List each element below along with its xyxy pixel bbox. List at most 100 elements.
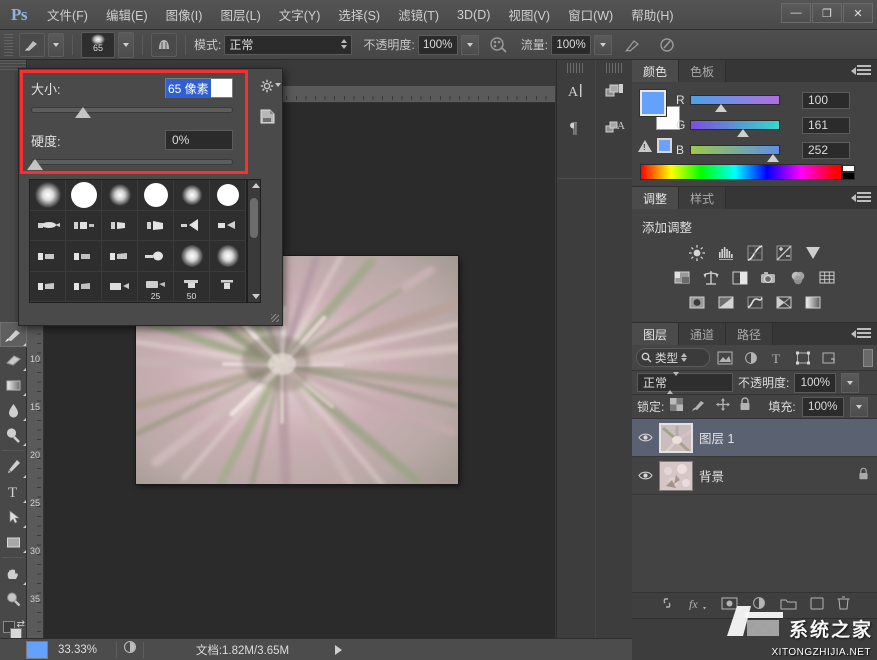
threshold-icon[interactable] bbox=[745, 294, 765, 312]
channel-g-value[interactable]: 161 bbox=[802, 117, 850, 134]
tab-swatches[interactable]: 色板 bbox=[679, 60, 726, 82]
selective-color-icon[interactable] bbox=[774, 294, 794, 312]
menu-edit[interactable]: 编辑(E) bbox=[97, 1, 157, 28]
add-layer-mask-icon[interactable] bbox=[721, 597, 738, 615]
layer-row-1[interactable]: 图层 1 bbox=[632, 419, 877, 457]
flow-input[interactable]: 100% bbox=[551, 35, 591, 55]
gradient-map-icon[interactable] bbox=[803, 294, 823, 312]
tool-gradient[interactable] bbox=[0, 372, 27, 397]
tool-eraser[interactable] bbox=[0, 347, 27, 372]
tool-zoom[interactable] bbox=[0, 586, 27, 611]
brush-preset-cell[interactable] bbox=[138, 180, 174, 211]
tab-styles[interactable]: 样式 bbox=[679, 187, 726, 209]
options-bar-grip[interactable] bbox=[4, 34, 13, 56]
brush-size-input[interactable]: 65 像素 bbox=[165, 78, 233, 98]
color-balance-icon[interactable] bbox=[701, 269, 721, 287]
brush-tool-preset-icon[interactable] bbox=[19, 33, 45, 57]
brush-preset-dropdown-1[interactable] bbox=[48, 33, 64, 57]
photo-filter-icon[interactable] bbox=[759, 269, 779, 287]
opacity-input[interactable]: 100% bbox=[418, 35, 458, 55]
out-of-gamut-warning-icon[interactable] bbox=[638, 140, 652, 152]
fx-icon[interactable]: fx bbox=[688, 596, 708, 615]
tab-layers[interactable]: 图层 bbox=[632, 323, 679, 345]
tool-rectangle[interactable] bbox=[0, 529, 27, 554]
layer-name-1[interactable]: 图层 1 bbox=[699, 428, 872, 447]
white-swatch[interactable] bbox=[842, 165, 855, 172]
lock-position-icon[interactable] bbox=[716, 398, 730, 416]
channel-b-knob[interactable] bbox=[767, 154, 779, 162]
menu-file[interactable]: 文件(F) bbox=[38, 1, 97, 28]
brush-preset-cell[interactable] bbox=[30, 272, 66, 303]
new-brush-preset-icon[interactable] bbox=[260, 109, 274, 123]
brush-preset-cell[interactable] bbox=[102, 211, 138, 242]
character-styles-panel-icon[interactable]: A bbox=[596, 109, 634, 145]
tool-type[interactable]: T bbox=[0, 479, 27, 504]
opacity-dropdown[interactable] bbox=[461, 35, 479, 55]
airbrush-icon[interactable] bbox=[619, 33, 645, 57]
menu-3d[interactable]: 3D(D) bbox=[448, 4, 499, 26]
layer-row-2[interactable]: 背景 bbox=[632, 457, 877, 495]
brush-size-slider-track[interactable] bbox=[31, 107, 233, 113]
levels-icon[interactable] bbox=[716, 244, 736, 262]
menu-view[interactable]: 视图(V) bbox=[499, 1, 559, 28]
channel-mixer-icon[interactable] bbox=[788, 269, 808, 287]
color-spectrum-ramp[interactable] bbox=[640, 164, 842, 180]
minimize-button[interactable]: — bbox=[781, 3, 811, 23]
layer-fill-dropdown[interactable] bbox=[850, 397, 868, 417]
tab-paths[interactable]: 路径 bbox=[726, 323, 773, 345]
brush-preset-cell[interactable] bbox=[102, 180, 138, 211]
curves-icon[interactable] bbox=[745, 244, 765, 262]
filter-toggle-switch[interactable] bbox=[863, 349, 873, 367]
brush-preset-cell[interactable] bbox=[66, 272, 102, 303]
brush-preset-cell[interactable] bbox=[30, 180, 66, 211]
layer-fill-input[interactable]: 100% bbox=[802, 397, 844, 417]
brush-preset-cell[interactable] bbox=[102, 241, 138, 272]
layer-thumbnail-1[interactable] bbox=[659, 423, 693, 453]
menu-type[interactable]: 文字(Y) bbox=[270, 1, 330, 28]
black-swatch[interactable] bbox=[842, 172, 855, 180]
color-panel-menu-icon[interactable] bbox=[857, 65, 871, 77]
document-size-info[interactable]: 文档:1.82M/3.65M bbox=[196, 642, 289, 658]
filter-smart-objects-icon[interactable] bbox=[818, 348, 840, 368]
brush-preset-cell[interactable] bbox=[66, 180, 102, 211]
invert-icon[interactable] bbox=[687, 294, 707, 312]
layer-name-2[interactable]: 背景 bbox=[699, 466, 852, 485]
zoom-level[interactable]: 33.33% bbox=[48, 644, 110, 656]
menu-image[interactable]: 图像(I) bbox=[157, 1, 212, 28]
tool-path-selection[interactable] bbox=[0, 504, 27, 529]
vibrance-icon[interactable] bbox=[803, 244, 823, 262]
brush-preset-picker-popup[interactable]: 大小: 65 像素 硬度: 0% bbox=[18, 68, 283, 326]
new-group-icon[interactable] bbox=[780, 597, 797, 615]
blend-mode-select[interactable]: 正常 bbox=[224, 35, 352, 55]
exposure-icon[interactable] bbox=[774, 244, 794, 262]
brush-preset-cell[interactable] bbox=[174, 180, 210, 211]
brush-preset-dropdown-2[interactable] bbox=[118, 32, 134, 58]
brush-preset-cell[interactable] bbox=[138, 241, 174, 272]
layer-filter-type-select[interactable]: 类型 bbox=[636, 348, 710, 367]
brush-hardness-input[interactable]: 0% bbox=[165, 130, 233, 150]
channel-b-slider[interactable] bbox=[690, 145, 780, 155]
brightness-contrast-icon[interactable] bbox=[687, 244, 707, 262]
brush-preset-cell[interactable] bbox=[30, 241, 66, 272]
brush-preset-cell[interactable] bbox=[66, 211, 102, 242]
brush-preset-cell[interactable] bbox=[138, 211, 174, 242]
brush-preset-cell[interactable]: 25 bbox=[138, 272, 174, 303]
layer-visibility-icon-2[interactable] bbox=[637, 468, 653, 484]
layer-comps-panel-icon[interactable] bbox=[596, 73, 634, 109]
web-safe-color-icon[interactable] bbox=[657, 138, 672, 153]
brush-scroll-down-icon[interactable] bbox=[252, 294, 260, 299]
brush-preset-cell[interactable] bbox=[174, 241, 210, 272]
filter-type-layers-icon[interactable]: T bbox=[766, 348, 788, 368]
brush-preset-cell[interactable] bbox=[30, 211, 66, 242]
channel-r-slider[interactable] bbox=[690, 95, 780, 105]
character-panel-icon[interactable]: A bbox=[557, 73, 595, 109]
color-lookup-icon[interactable] bbox=[817, 269, 837, 287]
new-layer-icon[interactable] bbox=[810, 597, 824, 615]
brush-hardness-slider-track[interactable] bbox=[31, 159, 233, 165]
brush-preset-grid[interactable]: 25 50 bbox=[29, 179, 247, 303]
filter-pixel-layers-icon[interactable] bbox=[714, 348, 736, 368]
delete-layer-icon[interactable] bbox=[837, 596, 850, 615]
brush-preset-cell[interactable] bbox=[210, 272, 246, 303]
lock-image-pixels-icon[interactable] bbox=[692, 398, 707, 416]
posterize-icon[interactable] bbox=[716, 294, 736, 312]
